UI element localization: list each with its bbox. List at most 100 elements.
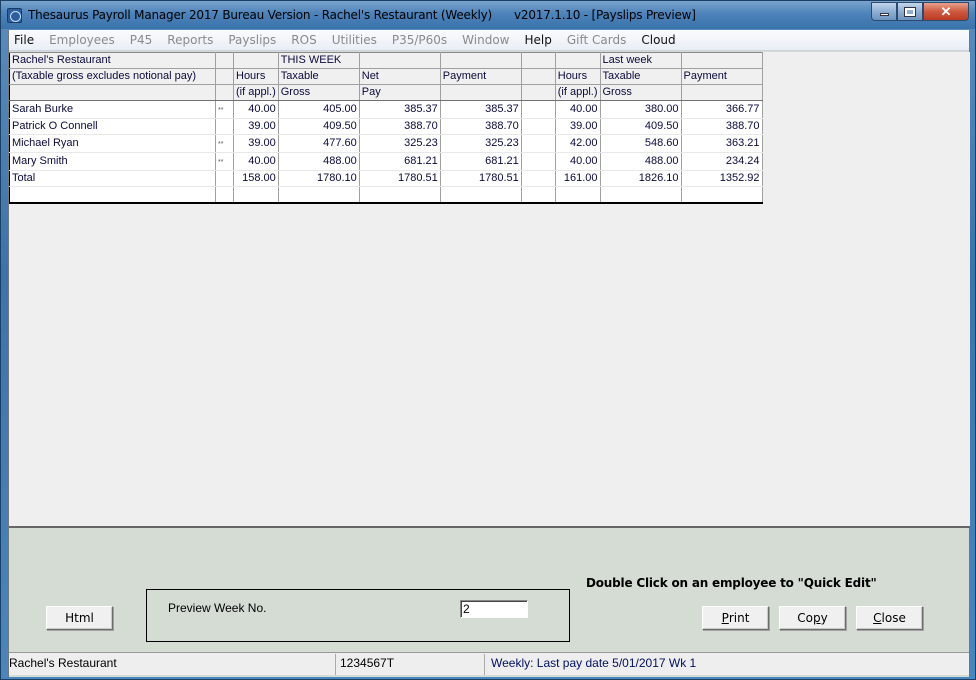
maximize-button[interactable] bbox=[897, 2, 923, 21]
cell-blank bbox=[521, 152, 556, 171]
cell-taxable-gross: 1780.10 bbox=[278, 170, 360, 187]
close-button[interactable]: Close bbox=[856, 606, 923, 630]
menu-window[interactable]: Window bbox=[462, 33, 509, 47]
status-company: Rachel's Restaurant bbox=[9, 656, 117, 670]
print-button[interactable]: Print bbox=[702, 606, 769, 630]
html-button[interactable]: Html bbox=[46, 606, 113, 630]
quick-edit-hint: Double Click on an employee to "Quick Ed… bbox=[586, 576, 877, 590]
cell-payment: 385.37 bbox=[440, 100, 522, 119]
employee-row[interactable]: Mary Smith ** 40.00 488.00 681.21 681.21 40.00… bbox=[9, 152, 763, 171]
employee-row[interactable]: Sarah Burke ** 40.00 405.00 385.37 385.37 40.0… bbox=[9, 100, 763, 119]
preview-week-label: Preview Week No. bbox=[168, 601, 267, 615]
header-cell-col-lw-payment bbox=[681, 52, 763, 69]
minimize-icon bbox=[879, 13, 889, 16]
menu-gift-cards[interactable]: Gift Cards bbox=[567, 33, 627, 47]
close-window-button[interactable]: ✕ bbox=[923, 2, 969, 21]
header-cell-col-name: Rachel's Restaurant bbox=[9, 52, 216, 69]
cell-net-pay: 385.37 bbox=[359, 100, 441, 119]
cell-name: Sarah Burke bbox=[9, 100, 216, 119]
menu-bar: File Employees P45 Reports Payslips ROS Utilit… bbox=[9, 30, 969, 51]
cell-lw-payment: 388.70 bbox=[681, 118, 763, 135]
menu-payslips[interactable]: Payslips bbox=[228, 33, 276, 47]
employee-row[interactable]: Patrick O Connell 39.00 409.50 388.70 388.70… bbox=[9, 118, 763, 135]
cell-hours: 39.00 bbox=[233, 118, 279, 135]
cell-mark: ** bbox=[215, 100, 234, 119]
menu-p45[interactable]: P45 bbox=[130, 33, 153, 47]
menu-ros[interactable]: ROS bbox=[291, 33, 316, 47]
header-cell-col-lw-hours: Hours bbox=[555, 68, 601, 85]
cell-payment bbox=[440, 186, 522, 203]
cell-hours: 39.00 bbox=[233, 134, 279, 153]
cell-name bbox=[9, 186, 216, 203]
cell-net-pay: 388.70 bbox=[359, 118, 441, 135]
cell-lw-hours: 40.00 bbox=[555, 152, 601, 171]
cell-name: Total bbox=[9, 170, 216, 187]
copy-label-pre: Co bbox=[797, 611, 813, 625]
preview-week-input[interactable] bbox=[460, 600, 528, 618]
header-cell-col-taxable-gross: Taxable bbox=[278, 68, 360, 85]
employee-row[interactable] bbox=[9, 186, 763, 203]
client-area: File Employees P45 Reports Payslips ROS Utilit… bbox=[8, 30, 970, 677]
title-bar[interactable]: Thesaurus Payroll Manager 2017 Bureau Ve… bbox=[1, 1, 975, 29]
copy-label-rest: y bbox=[820, 611, 828, 625]
menu-employees[interactable]: Employees bbox=[49, 33, 115, 47]
window-title-text: Thesaurus Payroll Manager 2017 Bureau Ve… bbox=[28, 8, 492, 22]
cell-lw-taxable-gross: 548.60 bbox=[600, 134, 682, 153]
menu-cloud[interactable]: Cloud bbox=[641, 33, 675, 47]
close-mnemonic: C bbox=[873, 611, 882, 625]
close-icon: ✕ bbox=[940, 3, 952, 19]
cell-payment: 681.21 bbox=[440, 152, 522, 171]
cell-hours: 40.00 bbox=[233, 100, 279, 119]
cell-blank bbox=[521, 186, 556, 203]
maximize-icon bbox=[904, 6, 916, 17]
window-title: Thesaurus Payroll Manager 2017 Bureau Ve… bbox=[28, 8, 696, 22]
employee-row[interactable]: Michael Ryan ** 39.00 477.60 325.23 325.23 42.… bbox=[9, 134, 763, 153]
payslips-grid-area: Rachel's Restaurant THIS WEEK Last week (Ta… bbox=[9, 52, 970, 528]
menu-utilities[interactable]: Utilities bbox=[332, 33, 377, 47]
preview-week-group: Preview Week No. bbox=[146, 589, 570, 642]
cell-mark bbox=[215, 186, 234, 203]
app-logo-icon[interactable] bbox=[7, 8, 22, 23]
print-mnemonic: P bbox=[721, 611, 729, 625]
cell-mark bbox=[215, 170, 234, 187]
cell-lw-hours: 42.00 bbox=[555, 134, 601, 153]
status-pay-info: Weekly: Last pay date 5/01/2017 Wk 1 bbox=[484, 654, 969, 675]
header-cell-col-hours bbox=[233, 52, 279, 69]
status-bar: Rachel's Restaurant 1234567T Weekly: Las… bbox=[9, 652, 969, 675]
header-cell-col-blank bbox=[521, 68, 556, 85]
minimize-button[interactable] bbox=[871, 2, 897, 21]
header-cell-col-lw-payment: Payment bbox=[681, 68, 763, 85]
copy-button[interactable]: Co p y bbox=[779, 606, 846, 630]
cell-lw-hours bbox=[555, 186, 601, 203]
cell-blank bbox=[521, 134, 556, 153]
cell-lw-taxable-gross: 488.00 bbox=[600, 152, 682, 171]
print-label-rest: rint bbox=[728, 611, 750, 625]
cell-lw-taxable-gross bbox=[600, 186, 682, 203]
cell-payment: 1780.51 bbox=[440, 170, 522, 187]
cell-name: Michael Ryan bbox=[9, 134, 216, 153]
cell-mark bbox=[215, 118, 234, 135]
menu-reports[interactable]: Reports bbox=[167, 33, 213, 47]
header-cell-col-payment bbox=[440, 84, 522, 101]
menu-file[interactable]: File bbox=[14, 33, 34, 47]
cell-hours: 158.00 bbox=[233, 170, 279, 187]
cell-net-pay: 681.21 bbox=[359, 152, 441, 171]
header-cell-col-blank bbox=[521, 84, 556, 101]
cell-payment: 325.23 bbox=[440, 134, 522, 153]
header-cell-col-hours: Hours bbox=[233, 68, 279, 85]
header-cell-col-lw-payment bbox=[681, 84, 763, 101]
cell-lw-payment: 363.21 bbox=[681, 134, 763, 153]
cell-name: Mary Smith bbox=[9, 152, 216, 171]
header-cell-col-lw-taxable-gross: Last week bbox=[600, 52, 682, 69]
window-controls: ✕ bbox=[871, 2, 969, 21]
menu-help[interactable]: Help bbox=[525, 33, 552, 47]
header-cell-col-taxable-gross: Gross bbox=[278, 84, 360, 101]
cell-taxable-gross bbox=[278, 186, 360, 203]
total-row[interactable]: Total 158.00 1780.10 1780.51 1780.51 161.00 18… bbox=[9, 170, 763, 187]
payslips-preview-grid[interactable]: Rachel's Restaurant THIS WEEK Last week (Ta… bbox=[9, 52, 763, 204]
menu-p35-p60s[interactable]: P35/P60s bbox=[392, 33, 447, 47]
copy-mnemonic: p bbox=[813, 611, 821, 625]
cell-name: Patrick O Connell bbox=[9, 118, 216, 135]
header-cell-col-payment bbox=[440, 52, 522, 69]
app-window: Thesaurus Payroll Manager 2017 Bureau Ve… bbox=[0, 0, 976, 680]
